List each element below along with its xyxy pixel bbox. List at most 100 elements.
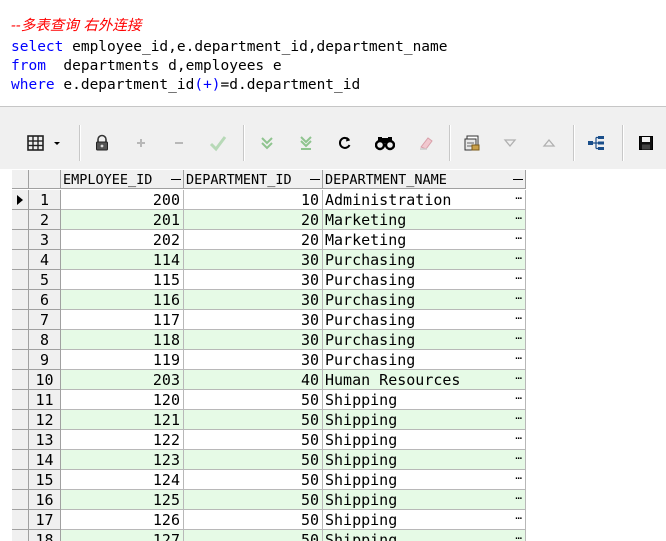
column-menu-icon[interactable] xyxy=(310,179,320,180)
cell-department-id[interactable]: 10 xyxy=(184,190,323,210)
cell-department-id[interactable]: 30 xyxy=(184,310,323,330)
cell-department-name[interactable]: Purchasing… xyxy=(323,270,526,290)
tree-view-button[interactable] xyxy=(583,130,609,156)
table-row[interactable]: 18 127 50 Shipping… xyxy=(12,530,528,541)
row-indicator[interactable] xyxy=(12,430,29,450)
cell-department-id[interactable]: 50 xyxy=(184,490,323,510)
cell-department-name[interactable]: Purchasing… xyxy=(323,310,526,330)
cell-editor-button[interactable]: … xyxy=(515,190,522,206)
cell-department-name[interactable]: Shipping… xyxy=(323,430,526,450)
sort-descending-button[interactable] xyxy=(497,130,523,156)
cell-employee-id[interactable]: 201 xyxy=(61,210,184,230)
cell-employee-id[interactable]: 114 xyxy=(61,250,184,270)
table-row[interactable]: 7 117 30 Purchasing… xyxy=(12,310,528,330)
table-row[interactable]: 3 202 20 Marketing… xyxy=(12,230,528,250)
cell-department-id[interactable]: 20 xyxy=(184,230,323,250)
row-indicator[interactable] xyxy=(12,270,29,290)
cell-employee-id[interactable]: 127 xyxy=(61,530,184,541)
next-record-button[interactable] xyxy=(254,130,280,156)
cell-department-name[interactable]: Shipping… xyxy=(323,530,526,541)
table-row[interactable]: 12 121 50 Shipping… xyxy=(12,410,528,430)
row-indicator[interactable] xyxy=(12,390,29,410)
row-indicator[interactable] xyxy=(12,370,29,390)
column-menu-icon[interactable] xyxy=(171,179,181,180)
cell-department-name[interactable]: Purchasing… xyxy=(323,250,526,270)
cell-employee-id[interactable]: 202 xyxy=(61,230,184,250)
cell-employee-id[interactable]: 200 xyxy=(61,190,184,210)
grid-view-button[interactable] xyxy=(23,130,49,156)
row-indicator[interactable] xyxy=(12,450,29,470)
row-indicator[interactable] xyxy=(12,410,29,430)
row-indicator[interactable] xyxy=(12,250,29,270)
column-menu-icon[interactable] xyxy=(513,179,523,180)
table-row[interactable]: 16 125 50 Shipping… xyxy=(12,490,528,510)
cell-department-id[interactable]: 50 xyxy=(184,450,323,470)
sort-ascending-button[interactable] xyxy=(536,130,562,156)
cell-department-name[interactable]: Shipping… xyxy=(323,510,526,530)
cell-department-name[interactable]: Administration… xyxy=(323,190,526,210)
table-row[interactable]: 6 116 30 Purchasing… xyxy=(12,290,528,310)
cell-employee-id[interactable]: 120 xyxy=(61,390,184,410)
row-indicator[interactable] xyxy=(12,490,29,510)
grid-view-dropdown[interactable] xyxy=(50,130,64,156)
table-row[interactable]: 15 124 50 Shipping… xyxy=(12,470,528,490)
cell-employee-id[interactable]: 115 xyxy=(61,270,184,290)
cell-editor-button[interactable]: … xyxy=(515,430,522,446)
sql-editor[interactable]: --多表查询 右外连接 select employee_id,e.departm… xyxy=(0,0,666,108)
column-header-department-name[interactable]: DEPARTMENT_NAME xyxy=(323,170,526,189)
cell-editor-button[interactable]: … xyxy=(515,470,522,486)
cell-department-name[interactable]: Shipping… xyxy=(323,490,526,510)
cell-employee-id[interactable]: 126 xyxy=(61,510,184,530)
cell-employee-id[interactable]: 123 xyxy=(61,450,184,470)
cell-employee-id[interactable]: 203 xyxy=(61,370,184,390)
cell-department-id[interactable]: 40 xyxy=(184,370,323,390)
table-row[interactable]: 13 122 50 Shipping… xyxy=(12,430,528,450)
cell-department-id[interactable]: 30 xyxy=(184,270,323,290)
last-record-button[interactable] xyxy=(293,130,319,156)
cell-department-name[interactable]: Shipping… xyxy=(323,450,526,470)
cell-department-name[interactable]: Marketing… xyxy=(323,230,526,250)
cell-employee-id[interactable]: 124 xyxy=(61,470,184,490)
cell-department-name[interactable]: Human Resources… xyxy=(323,370,526,390)
cell-department-id[interactable]: 50 xyxy=(184,530,323,541)
cell-editor-button[interactable]: … xyxy=(515,330,522,346)
row-indicator[interactable] xyxy=(12,470,29,490)
find-button[interactable] xyxy=(372,130,398,156)
cell-employee-id[interactable]: 119 xyxy=(61,350,184,370)
add-record-button[interactable] xyxy=(128,130,154,156)
clear-button[interactable] xyxy=(413,130,439,156)
cell-editor-button[interactable]: … xyxy=(515,310,522,326)
cell-department-id[interactable]: 30 xyxy=(184,290,323,310)
cell-employee-id[interactable]: 116 xyxy=(61,290,184,310)
cell-editor-button[interactable]: … xyxy=(515,350,522,366)
row-indicator[interactable] xyxy=(12,530,29,541)
cell-department-id[interactable]: 50 xyxy=(184,470,323,490)
table-row[interactable]: 1 200 10 Administration… xyxy=(12,190,528,210)
cell-editor-button[interactable]: … xyxy=(515,270,522,286)
cell-department-name[interactable]: Shipping… xyxy=(323,390,526,410)
cell-editor-button[interactable]: … xyxy=(515,490,522,506)
refresh-button[interactable] xyxy=(332,130,358,156)
cell-editor-button[interactable]: … xyxy=(515,510,522,526)
cell-editor-button[interactable]: … xyxy=(515,410,522,426)
column-header-employee-id[interactable]: EMPLOYEE_ID xyxy=(61,170,184,189)
row-indicator[interactable] xyxy=(12,290,29,310)
cell-department-name[interactable]: Purchasing… xyxy=(323,330,526,350)
table-row[interactable]: 5 115 30 Purchasing… xyxy=(12,270,528,290)
cell-department-id[interactable]: 30 xyxy=(184,350,323,370)
row-indicator[interactable] xyxy=(12,310,29,330)
cell-editor-button[interactable]: … xyxy=(515,390,522,406)
cell-editor-button[interactable]: … xyxy=(515,290,522,306)
table-row[interactable]: 14 123 50 Shipping… xyxy=(12,450,528,470)
row-indicator[interactable] xyxy=(12,210,29,230)
save-button[interactable] xyxy=(633,130,659,156)
cell-editor-button[interactable]: … xyxy=(515,210,522,226)
cell-editor-button[interactable]: … xyxy=(515,370,522,386)
lock-button[interactable] xyxy=(89,130,115,156)
cell-editor-button[interactable]: … xyxy=(515,530,522,541)
cell-department-id[interactable]: 20 xyxy=(184,210,323,230)
cell-department-id[interactable]: 30 xyxy=(184,330,323,350)
cell-department-id[interactable]: 50 xyxy=(184,430,323,450)
row-indicator[interactable] xyxy=(12,510,29,530)
table-row[interactable]: 4 114 30 Purchasing… xyxy=(12,250,528,270)
